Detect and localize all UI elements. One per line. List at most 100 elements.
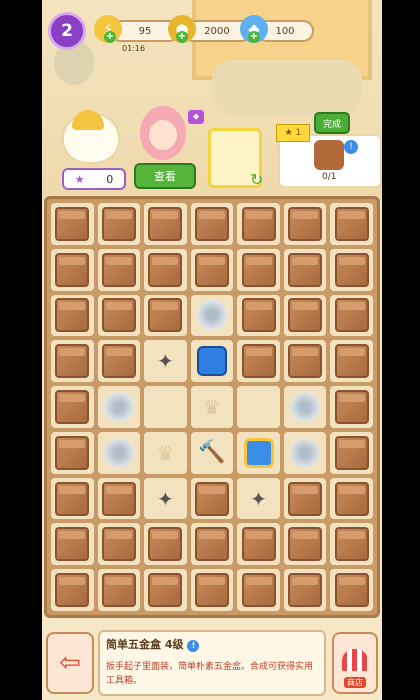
board-cell[interactable] — [51, 477, 94, 520]
board-cell[interactable] — [237, 523, 280, 566]
board-cell[interactable] — [97, 431, 141, 474]
board-cell[interactable] — [190, 569, 234, 611]
board-cell[interactable] — [237, 569, 280, 611]
board-cell[interactable] — [97, 340, 141, 383]
level-value: 2 — [61, 21, 73, 41]
board-cell[interactable] — [144, 203, 187, 245]
board-cell[interactable] — [144, 569, 187, 611]
board-cell[interactable] — [97, 203, 141, 245]
board-cell[interactable] — [283, 340, 327, 383]
tag-icon[interactable]: ⬥ — [188, 110, 204, 124]
done-button[interactable]: 完成 — [314, 112, 350, 134]
board-cell[interactable] — [97, 248, 141, 291]
board-cell[interactable] — [51, 569, 94, 611]
board-cell[interactable] — [97, 477, 141, 520]
board-cell[interactable] — [330, 386, 373, 428]
board-cell[interactable] — [97, 386, 141, 428]
cardboard-box-icon — [241, 298, 276, 333]
shop-button[interactable]: 商店 — [332, 632, 378, 694]
board-cell[interactable] — [97, 523, 141, 566]
board-cell[interactable] — [51, 248, 94, 291]
board-cell[interactable] — [330, 523, 373, 566]
board-cell[interactable] — [51, 203, 94, 245]
cardboard-box-icon — [55, 481, 90, 516]
board-cell[interactable]: ♛ — [144, 431, 187, 474]
board-cell[interactable] — [190, 340, 234, 383]
board-cell[interactable]: ✦ — [144, 340, 187, 383]
cardboard-box-icon — [334, 389, 369, 424]
level-badge[interactable]: 2 — [48, 12, 86, 50]
board-cell[interactable]: ♛ — [190, 386, 234, 428]
board-cell[interactable] — [51, 523, 94, 566]
board-cell[interactable] — [330, 431, 373, 474]
screen: 2 95 ⚡ + 01:16 2000 ● + 100 ◆ + ⬥ ★ 0 查看… — [0, 0, 420, 700]
board-cell[interactable] — [283, 386, 327, 428]
cardboard-box-icon — [101, 481, 136, 516]
board-cell[interactable] — [330, 477, 373, 520]
board-cell[interactable] — [283, 477, 327, 520]
add-coins-icon[interactable]: + — [176, 31, 188, 43]
cardboard-box-icon — [194, 252, 229, 287]
sofa-decoration — [212, 60, 362, 115]
add-gems-icon[interactable]: + — [248, 31, 260, 43]
board-cell[interactable] — [144, 294, 187, 337]
board-cell[interactable] — [237, 340, 280, 383]
board-cell[interactable] — [190, 248, 234, 291]
board-cell[interactable] — [283, 523, 327, 566]
cobweb-icon — [100, 437, 137, 468]
cardboard-box-icon — [288, 573, 323, 608]
board-cell[interactable] — [97, 294, 141, 337]
star-count: 0 — [106, 172, 114, 186]
cardboard-box-icon — [241, 573, 276, 608]
back-button[interactable]: ⇦ — [46, 632, 94, 694]
board-cell[interactable] — [144, 386, 187, 428]
board-cell[interactable] — [51, 431, 94, 474]
cardboard-box-icon — [334, 435, 369, 470]
cardboard-box-icon — [288, 527, 323, 562]
board-cell[interactable] — [190, 294, 234, 337]
board-cell[interactable]: 🔨 — [190, 431, 234, 474]
cardboard-box-icon — [194, 573, 229, 608]
cardboard-box-icon — [148, 206, 183, 241]
board-cell[interactable] — [330, 203, 373, 245]
board-cell[interactable] — [51, 386, 94, 428]
board-cell[interactable] — [283, 294, 327, 337]
cardboard-box-icon — [148, 252, 183, 287]
board-cell[interactable] — [144, 248, 187, 291]
cardboard-box-icon — [194, 527, 229, 562]
board-cell[interactable] — [237, 294, 280, 337]
item-description-panel: 简单五金盒 4级! 扳手起子里面装，简单朴素五金盒。合成可获得实用工具箱。 — [98, 630, 326, 696]
board-cell[interactable]: ✦ — [237, 477, 280, 520]
info-icon[interactable]: ! — [187, 640, 200, 652]
board-cell[interactable]: ✦ — [144, 477, 187, 520]
add-energy-icon[interactable]: + — [104, 31, 116, 43]
board-cell[interactable] — [51, 294, 94, 337]
board-cell[interactable] — [97, 569, 141, 611]
info-icon[interactable]: ! — [344, 140, 358, 154]
star-reward-value: 1 — [295, 128, 302, 138]
board-cell[interactable] — [330, 569, 373, 611]
board-cell[interactable] — [237, 248, 280, 291]
cardboard-box-icon — [241, 344, 276, 379]
board-cell[interactable] — [237, 431, 280, 474]
cardboard-box-icon — [55, 527, 90, 562]
board-cell[interactable] — [283, 431, 327, 474]
board-cell[interactable] — [283, 569, 327, 611]
board-cell[interactable] — [237, 386, 280, 428]
board-cell[interactable] — [237, 203, 280, 245]
gems-value: 100 — [275, 25, 295, 37]
cardboard-box-icon — [101, 527, 136, 562]
board-cell[interactable] — [190, 203, 234, 245]
board-cell[interactable] — [330, 294, 373, 337]
board-cell[interactable] — [283, 248, 327, 291]
view-button[interactable]: 查看 — [134, 163, 196, 189]
board-cell[interactable] — [190, 523, 234, 566]
board-cell[interactable] — [190, 477, 234, 520]
cardboard-box-icon — [101, 344, 136, 379]
board-cell[interactable] — [283, 203, 327, 245]
board-cell[interactable] — [51, 340, 94, 383]
board-cell[interactable] — [144, 523, 187, 566]
board-cell[interactable] — [330, 340, 373, 383]
board-cell[interactable] — [330, 248, 373, 291]
cardboard-box-icon — [334, 298, 369, 333]
